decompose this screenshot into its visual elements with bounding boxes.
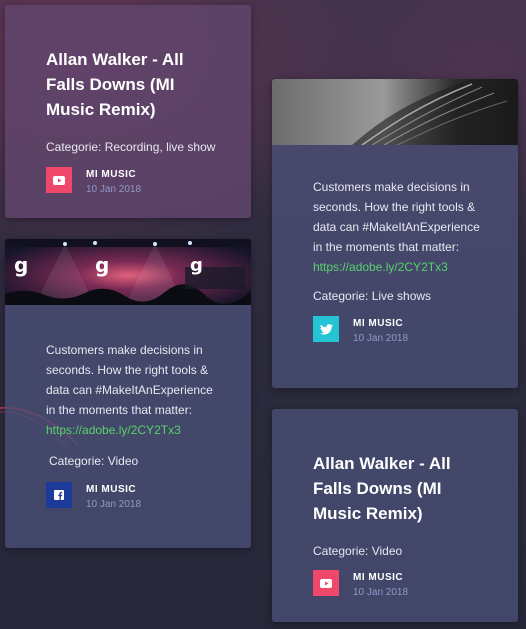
post-author: MI MUSIC 10 Jan 2018 — [313, 570, 488, 598]
post-category: Categorie: Live shows — [313, 289, 432, 303]
hair-photo — [272, 79, 518, 145]
post-image[interactable] — [272, 79, 518, 145]
post-link[interactable]: https://adobe.ly/2CY2Tx3 — [313, 260, 448, 274]
concert-letter: g — [95, 253, 110, 277]
post-date: 10 Jan 2018 — [353, 333, 409, 344]
post-link[interactable]: https://adobe.ly/2CY2Tx3 — [46, 423, 181, 437]
youtube-icon[interactable] — [313, 570, 339, 596]
post-author: MI MUSIC 10 Jan 2018 — [46, 482, 221, 510]
author-name[interactable]: MI MUSIC — [353, 572, 403, 583]
post-date: 10 Jan 2018 — [353, 587, 409, 598]
post-image[interactable]: g g g — [5, 239, 251, 305]
post-date: 10 Jan 2018 — [86, 184, 142, 195]
author-name[interactable]: MI MUSIC — [353, 318, 403, 329]
post-description: Customers make decisions in seconds. How… — [313, 180, 480, 274]
twitter-icon[interactable] — [313, 316, 339, 342]
post-author: MI MUSIC 10 Jan 2018 — [46, 167, 221, 195]
post-category: Categorie: Video — [313, 544, 403, 558]
author-name[interactable]: MI MUSIC — [86, 169, 136, 180]
post-date: 10 Jan 2018 — [86, 499, 142, 510]
concert-letter: g — [190, 255, 203, 276]
post-card[interactable]: Customers make decisions in seconds. How… — [272, 79, 518, 388]
author-name[interactable]: MI MUSIC — [86, 484, 136, 495]
concert-letter: g — [14, 253, 29, 277]
post-title[interactable]: Allan Walker - All Falls Downs (MI Music… — [46, 5, 221, 122]
facebook-icon[interactable] — [46, 482, 72, 508]
youtube-icon[interactable] — [46, 167, 72, 193]
post-card[interactable]: Allan Walker - All Falls Downs (MI Music… — [5, 5, 251, 218]
post-card[interactable]: Allan Walker - All Falls Downs (MI Music… — [272, 409, 518, 622]
post-category: Categorie: Recording, live show — [46, 140, 216, 154]
concert-photo — [5, 239, 251, 305]
post-author: MI MUSIC 10 Jan 2018 — [313, 316, 488, 344]
post-card[interactable]: g g g Customers make decisions in second… — [5, 239, 251, 548]
post-title[interactable]: Allan Walker - All Falls Downs (MI Music… — [313, 409, 488, 526]
post-category: Categorie: Video — [49, 454, 139, 468]
post-description: Customers make decisions in seconds. How… — [46, 343, 213, 437]
